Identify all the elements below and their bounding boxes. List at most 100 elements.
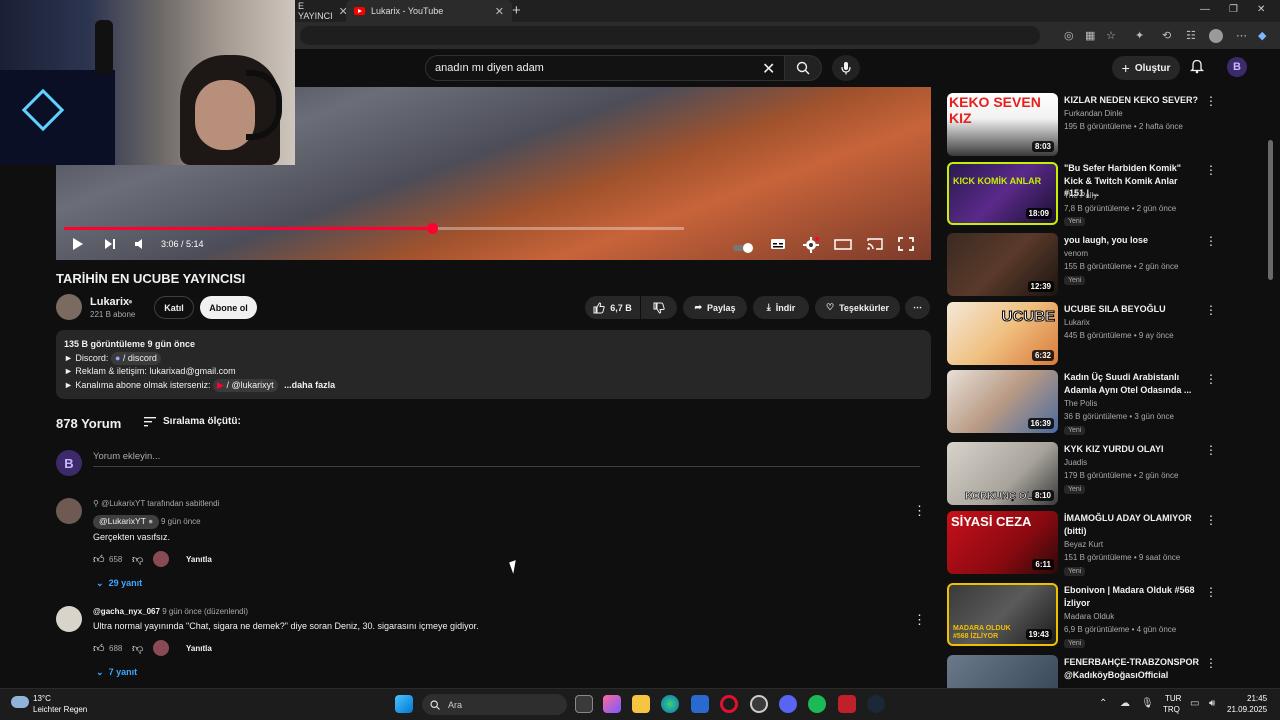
- microphone-tray-icon[interactable]: 🎙︎: [1141, 698, 1154, 709]
- video-channel[interactable]: The Pally: [1064, 191, 1097, 200]
- comment-avatar[interactable]: [56, 498, 82, 524]
- video-title[interactable]: Ebonivon | Madara Olduk #568 İzliyor: [1064, 584, 1200, 609]
- video-thumbnail[interactable]: KORKUNÇ OLAY 8:10: [947, 442, 1058, 505]
- video-title[interactable]: İMAMOĞLU ADAY OLAMIYOR (bitti): [1064, 512, 1200, 537]
- discord-link[interactable]: ● / discord: [110, 351, 161, 365]
- translate-icon[interactable]: ◎: [1064, 29, 1074, 42]
- voice-search-button[interactable]: [832, 55, 860, 81]
- settings-gear-icon[interactable]: [803, 237, 819, 258]
- video-thumbnail[interactable]: KICK KOMİK ANLAR 18:09: [947, 162, 1058, 225]
- new-tab-button[interactable]: +: [512, 2, 521, 19]
- reply-button[interactable]: Yanıtla: [186, 555, 212, 564]
- dislike-button[interactable]: [641, 296, 677, 319]
- spotify-icon[interactable]: [808, 695, 826, 713]
- next-icon[interactable]: [104, 237, 116, 256]
- close-window-icon[interactable]: ✕: [1257, 4, 1265, 15]
- share-button[interactable]: ➦ Paylaş: [683, 296, 747, 319]
- video-channel[interactable]: Madara Olduk: [1064, 612, 1114, 621]
- like-button[interactable]: 6,7 B: [585, 296, 640, 319]
- comment-like-icon[interactable]: 👍︎: [93, 553, 105, 566]
- steam-icon[interactable]: [867, 695, 885, 713]
- edge-browser-icon[interactable]: [661, 695, 679, 713]
- video-more-icon[interactable]: ⋮: [1205, 372, 1217, 386]
- video-channel[interactable]: Furkandan Dinle: [1064, 109, 1123, 118]
- comment-like-icon[interactable]: 👍︎: [93, 642, 105, 655]
- cast-icon[interactable]: [866, 237, 884, 256]
- clock-date[interactable]: 21.09.2025: [1227, 705, 1267, 714]
- autoplay-toggle[interactable]: [733, 240, 755, 258]
- collections-icon[interactable]: ☷: [1186, 29, 1196, 42]
- keyboard-layout[interactable]: TRQ: [1163, 705, 1180, 714]
- video-more-icon[interactable]: ⋮: [1205, 94, 1217, 108]
- cloud-rain-icon[interactable]: [11, 696, 29, 708]
- video-more-icon[interactable]: ⋮: [1205, 443, 1217, 457]
- video-thumbnail[interactable]: 16:39: [947, 370, 1058, 433]
- windows-start-icon[interactable]: [395, 695, 413, 713]
- thanks-button[interactable]: ♡ Teşekkürler: [815, 296, 900, 319]
- clock-time[interactable]: 21:45: [1247, 694, 1267, 703]
- reader-icon[interactable]: ▦: [1085, 29, 1095, 42]
- video-title[interactable]: KYK KIZ YURDU OLAYI: [1064, 443, 1200, 456]
- volume-icon[interactable]: [134, 237, 146, 256]
- subtitles-icon[interactable]: [770, 237, 786, 256]
- subscribe-button[interactable]: Abone ol: [200, 296, 257, 319]
- microsoft-store-icon[interactable]: [691, 695, 709, 713]
- theater-mode-icon[interactable]: [834, 237, 852, 256]
- join-button[interactable]: Katıl: [154, 296, 194, 319]
- input-language[interactable]: TUR: [1165, 694, 1181, 703]
- video-more-icon[interactable]: ⋮: [1205, 303, 1217, 317]
- browser-tab-1[interactable]: E YAYINCI ✕: [290, 0, 348, 22]
- file-explorer-icon[interactable]: [632, 695, 650, 713]
- more-actions-button[interactable]: ⋯: [905, 296, 930, 319]
- create-button[interactable]: + Oluştur: [1112, 56, 1180, 80]
- video-thumbnail[interactable]: 12:39: [947, 233, 1058, 296]
- add-comment-input[interactable]: Yorum ekleyin...: [93, 451, 920, 467]
- youtube-channel-link[interactable]: ▶ / @lukarixyt: [213, 378, 278, 392]
- task-view-icon[interactable]: [575, 695, 593, 713]
- view-replies-button[interactable]: ⌄ 29 yanıt: [96, 578, 142, 589]
- show-more-link[interactable]: ...daha fazla: [284, 380, 335, 390]
- video-more-icon[interactable]: ⋮: [1205, 234, 1217, 248]
- extensions-icon[interactable]: ✦: [1135, 29, 1144, 42]
- video-thumbnail[interactable]: [947, 655, 1058, 688]
- comment-author[interactable]: @gacha_nyx_067: [93, 607, 160, 616]
- video-title[interactable]: FENERBAHÇE-TRABZONSPOR @KadıköyBoğasıOff…: [1064, 656, 1200, 681]
- video-thumbnail[interactable]: UCUBE 6:32: [947, 302, 1058, 365]
- clear-search-icon[interactable]: ✕: [762, 59, 775, 79]
- description-box[interactable]: 135 B görüntüleme 9 gün önce ► Discord: …: [56, 330, 931, 399]
- maximize-icon[interactable]: ❐: [1229, 4, 1238, 15]
- obs-icon[interactable]: [750, 695, 768, 713]
- browser-tool-icon[interactable]: ⟲: [1162, 29, 1171, 42]
- copilot-icon[interactable]: ◆: [1258, 29, 1266, 42]
- video-thumbnail[interactable]: MADARA OLDUK #568 İZLİYOR 19:43: [947, 583, 1058, 646]
- video-more-icon[interactable]: ⋮: [1205, 585, 1217, 599]
- comment-more-icon[interactable]: ⋮: [913, 612, 926, 628]
- video-channel[interactable]: Beyaz Kurt: [1064, 540, 1103, 549]
- view-replies-button[interactable]: ⌄ 7 yanıt: [96, 667, 137, 678]
- comment-avatar[interactable]: [56, 606, 82, 632]
- weather-temperature[interactable]: 13°C: [33, 694, 51, 703]
- download-button[interactable]: ⤓ İndir: [753, 296, 809, 319]
- favorite-icon[interactable]: ☆: [1106, 29, 1116, 42]
- search-input[interactable]: anadın mı diyen adam: [425, 55, 785, 81]
- search-button[interactable]: [784, 55, 822, 81]
- video-thumbnail[interactable]: KEKO SEVEN KIZ 8:03: [947, 93, 1058, 156]
- page-scrollbar[interactable]: [1268, 140, 1273, 280]
- weather-description[interactable]: Leichter Regen: [33, 705, 87, 714]
- video-more-icon[interactable]: ⋮: [1205, 656, 1217, 670]
- video-title[interactable]: you laugh, you lose: [1064, 234, 1200, 247]
- taskbar-search[interactable]: Ara: [422, 694, 567, 715]
- video-thumbnail[interactable]: SİYASİ CEZA 6:11: [947, 511, 1058, 574]
- speaker-icon[interactable]: 🔊︎: [1209, 698, 1215, 709]
- video-title[interactable]: Kadın Üç Suudi Arabistanlı Adamla Aynı O…: [1064, 371, 1200, 396]
- play-icon[interactable]: [72, 237, 84, 256]
- fullscreen-icon[interactable]: [898, 237, 914, 256]
- video-title[interactable]: KIZLAR NEDEN KEKO SEVER?: [1064, 94, 1200, 107]
- account-avatar[interactable]: B: [1227, 57, 1247, 77]
- reply-button[interactable]: Yanıtla: [186, 644, 212, 653]
- tab-close-icon[interactable]: ✕: [495, 5, 504, 18]
- video-more-icon[interactable]: ⋮: [1205, 513, 1217, 527]
- browser-profile-avatar[interactable]: [1209, 29, 1223, 43]
- network-icon[interactable]: ▭: [1190, 698, 1199, 709]
- video-channel[interactable]: Juadis: [1064, 458, 1087, 467]
